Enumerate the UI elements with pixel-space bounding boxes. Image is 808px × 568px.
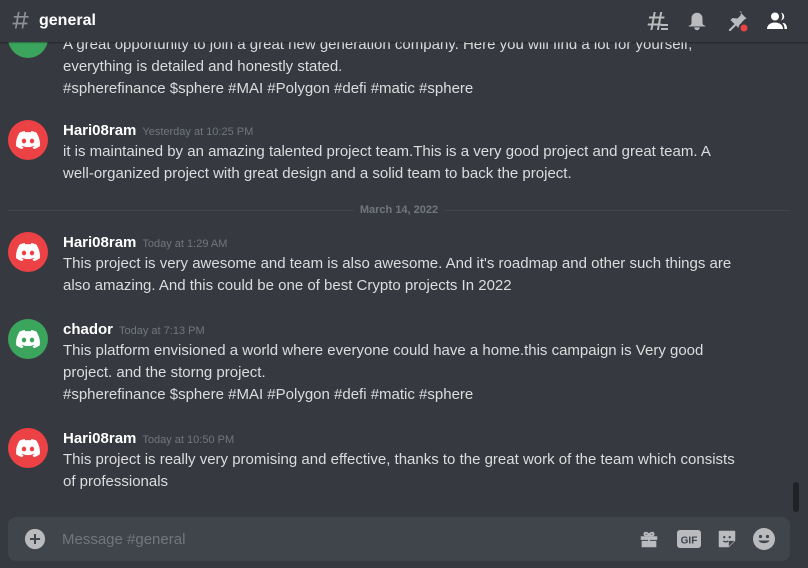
message-line: A great opportunity to join a great new … — [63, 42, 693, 53]
message-input[interactable] — [62, 527, 562, 551]
discord-logo-icon[interactable] — [8, 319, 48, 359]
username[interactable]: Hari08ram — [63, 234, 136, 251]
user-avatar[interactable] — [8, 42, 48, 58]
message-content: A great opportunity to join a great new … — [63, 42, 753, 100]
message-line: it is maintained by an amazing talented … — [63, 143, 711, 160]
channel-header: general — [0, 0, 808, 42]
message-line: This project is very awesome and team is… — [63, 255, 732, 272]
timestamp: Today at 7:13 PM — [119, 325, 205, 337]
scrollbar-track[interactable] — [792, 42, 800, 516]
timestamp: Today at 10:50 PM — [142, 434, 235, 446]
threads-icon[interactable] — [645, 9, 669, 33]
message-line: of professionals — [63, 473, 169, 490]
message-header: chador Today at 7:13 PM — [63, 321, 205, 338]
message-header: Hari08ram Today at 10:50 PM — [63, 430, 234, 447]
message-list: A great opportunity to join a great new … — [0, 42, 800, 516]
message-line: everything is detailed and honestly stat… — [63, 58, 343, 75]
username[interactable]: Hari08ram — [63, 430, 136, 447]
gif-label: GIF — [681, 536, 698, 547]
message-line: well-organized project with great design… — [63, 165, 572, 182]
message-line: project. and the storng project. — [63, 364, 266, 381]
discord-logo-icon[interactable] — [8, 232, 48, 272]
message-content: This project is very awesome and team is… — [63, 253, 753, 297]
date-divider: March 14, 2022 — [8, 204, 790, 216]
message-header: Hari08ram Yesterday at 10:25 PM — [63, 122, 253, 139]
message-header: Hari08ram Today at 1:29 AM — [63, 234, 227, 251]
member-list-icon[interactable] — [765, 9, 789, 33]
pinned-messages-icon[interactable] — [725, 9, 749, 33]
discord-logo-icon[interactable] — [8, 428, 48, 468]
message-line: This platform envisioned a world where e… — [63, 342, 704, 359]
scrollbar-thumb[interactable] — [793, 482, 799, 512]
message-composer: GIF — [8, 517, 790, 561]
gif-icon[interactable]: GIF — [676, 527, 702, 551]
hash-icon — [9, 10, 31, 32]
discord-logo-icon[interactable] — [8, 120, 48, 160]
message-content: This platform envisioned a world where e… — [63, 340, 753, 406]
message-content: This project is really very promising an… — [63, 449, 753, 493]
notification-bell-icon[interactable] — [685, 9, 709, 33]
gift-icon[interactable] — [637, 527, 661, 551]
username[interactable]: Hari08ram — [63, 122, 136, 139]
add-attachment-icon[interactable] — [24, 528, 46, 550]
message-line: This project is really very promising an… — [63, 451, 735, 468]
message-line: #spherefinance $sphere #MAI #Polygon #de… — [63, 386, 474, 403]
timestamp: Today at 1:29 AM — [142, 238, 228, 250]
message-line: also amazing. And this could be one of b… — [63, 277, 512, 294]
date-divider-label: March 14, 2022 — [353, 204, 445, 216]
emoji-icon[interactable] — [752, 527, 776, 551]
message-line: #spherefinance $sphere #MAI #Polygon #de… — [63, 80, 474, 97]
username[interactable]: chador — [63, 321, 113, 338]
channel-title: general — [39, 12, 96, 29]
timestamp: Yesterday at 10:25 PM — [142, 126, 254, 138]
sticker-icon[interactable] — [715, 527, 739, 551]
message-content: it is maintained by an amazing talented … — [63, 141, 753, 185]
